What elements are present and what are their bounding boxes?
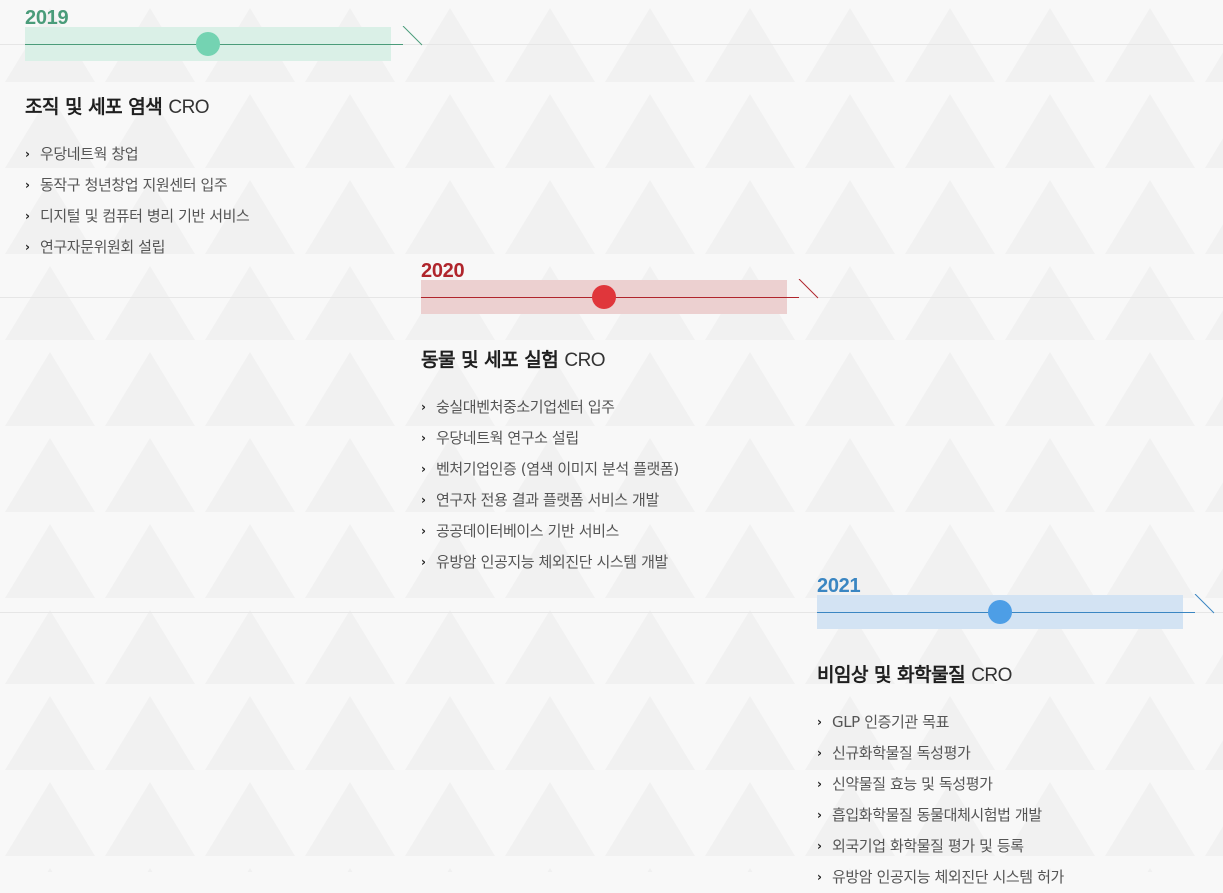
milestone-item: › 공공데이터베이스 기반 서비스 xyxy=(421,516,821,547)
year-label: 2021 xyxy=(817,575,861,597)
year-line-end xyxy=(1194,594,1215,614)
chevron-right-icon: › xyxy=(421,524,426,538)
block-title: 조직 및 세포 염색 CRO xyxy=(25,92,425,119)
chevron-right-icon: › xyxy=(817,715,822,729)
milestone-item: › 흡입화학물질 동물대체시험법 개발 xyxy=(817,800,1217,831)
milestone-item: › 숭실대벤처중소기업센터 입주 xyxy=(421,392,821,423)
milestone-text: 연구자 전용 결과 플랫폼 서비스 개발 xyxy=(436,491,659,509)
milestone-item: › 벤처기업인증 (염색 이미지 분석 플랫폼) xyxy=(421,454,821,485)
block-title-en: CRO xyxy=(168,97,210,118)
timeline-block-2020: 2020 동물 및 세포 실험 CRO › 숭실대벤처중소기업센터 입주 › 우당네… xyxy=(421,260,821,578)
year-label: 2019 xyxy=(25,7,69,29)
milestone-item: › 외국기업 화학물질 평가 및 등록 xyxy=(817,831,1217,862)
milestone-list: › 우당네트웍 창업 › 동작구 청년창업 지원센터 입주 › 디지털 및 컴퓨터 병… xyxy=(25,139,425,263)
milestone-item: › 신규화학물질 독성평가 xyxy=(817,738,1217,769)
milestone-text: 유방암 인공지능 체외진단 시스템 허가 xyxy=(832,868,1064,886)
year-line-end xyxy=(798,279,819,299)
milestone-text: 벤처기업인증 (염색 이미지 분석 플랫폼) xyxy=(436,460,679,478)
timeline-block-2019: 2019 조직 및 세포 염색 CRO › 우당네트웍 창업 › 동작구 청년창업 … xyxy=(25,7,425,263)
chevron-right-icon: › xyxy=(817,746,822,760)
milestone-text: 연구자문위원회 설립 xyxy=(40,238,165,256)
milestone-text: 숭실대벤처중소기업센터 입주 xyxy=(436,398,615,416)
chevron-right-icon: › xyxy=(421,431,426,445)
milestone-text: 우당네트웍 창업 xyxy=(40,145,139,163)
milestone-text: 신약물질 효능 및 독성평가 xyxy=(832,775,993,793)
chevron-right-icon: › xyxy=(25,240,30,254)
milestone-item: › 유방암 인공지능 체외진단 시스템 허가 xyxy=(817,862,1217,893)
milestone-item: › 연구자 전용 결과 플랫폼 서비스 개발 xyxy=(421,485,821,516)
chevron-right-icon: › xyxy=(421,555,426,569)
milestone-text: 외국기업 화학물질 평가 및 등록 xyxy=(832,837,1024,855)
chevron-right-icon: › xyxy=(421,493,426,507)
milestone-text: 디지털 및 컴퓨터 병리 기반 서비스 xyxy=(40,207,250,225)
milestone-item: › 우당네트웍 창업 xyxy=(25,139,425,170)
year-header: 2020 xyxy=(421,260,821,314)
chevron-right-icon: › xyxy=(25,209,30,223)
block-title-en: CRO xyxy=(564,350,606,371)
milestone-text: 신규화학물질 독성평가 xyxy=(832,744,971,762)
chevron-right-icon: › xyxy=(817,808,822,822)
milestone-list: › GLP 인증기관 목표 › 신규화학물질 독성평가 › 신약물질 효능 및 독성평… xyxy=(817,707,1217,893)
timeline-dot-icon xyxy=(592,285,616,309)
milestone-item: › 연구자문위원회 설립 xyxy=(25,232,425,263)
milestone-text: 유방암 인공지능 체외진단 시스템 개발 xyxy=(436,553,668,571)
year-line-end xyxy=(402,26,423,46)
chevron-right-icon: › xyxy=(421,462,426,476)
milestone-item: › 유방암 인공지능 체외진단 시스템 개발 xyxy=(421,547,821,578)
block-title-en: CRO xyxy=(971,665,1012,686)
milestone-item: › 우당네트웍 연구소 설립 xyxy=(421,423,821,454)
milestone-item: › 동작구 청년창업 지원센터 입주 xyxy=(25,170,425,201)
chevron-right-icon: › xyxy=(817,870,822,884)
block-title-ko: 비임상 및 화학물질 xyxy=(817,664,966,686)
milestone-text: 흡입화학물질 동물대체시험법 개발 xyxy=(832,806,1042,824)
chevron-right-icon: › xyxy=(25,178,30,192)
block-title-ko: 조직 및 세포 염색 xyxy=(25,96,163,118)
block-title: 동물 및 세포 실험 CRO xyxy=(421,345,821,372)
chevron-right-icon: › xyxy=(25,147,30,161)
year-header: 2021 xyxy=(817,575,1217,629)
milestone-item: › GLP 인증기관 목표 xyxy=(817,707,1217,738)
milestone-text: 우당네트웍 연구소 설립 xyxy=(436,429,579,447)
chevron-right-icon: › xyxy=(421,400,426,414)
chevron-right-icon: › xyxy=(817,777,822,791)
milestone-text: 동작구 청년창업 지원센터 입주 xyxy=(40,176,228,194)
timeline-dot-icon xyxy=(196,32,220,56)
block-title: 비임상 및 화학물질 CRO xyxy=(817,660,1217,687)
milestone-list: › 숭실대벤처중소기업센터 입주 › 우당네트웍 연구소 설립 › 벤처기업인증 (염… xyxy=(421,392,821,578)
milestone-text: 공공데이터베이스 기반 서비스 xyxy=(436,522,619,540)
block-title-ko: 동물 및 세포 실험 xyxy=(421,349,559,371)
milestone-text: GLP 인증기관 목표 xyxy=(832,713,949,731)
chevron-right-icon: › xyxy=(817,839,822,853)
year-label: 2020 xyxy=(421,260,465,282)
year-header: 2019 xyxy=(25,7,425,61)
timeline-block-2021: 2021 비임상 및 화학물질 CRO › GLP 인증기관 목표 › 신규화학물질… xyxy=(817,575,1217,893)
milestone-item: › 디지털 및 컴퓨터 병리 기반 서비스 xyxy=(25,201,425,232)
milestone-item: › 신약물질 효능 및 독성평가 xyxy=(817,769,1217,800)
timeline-dot-icon xyxy=(988,600,1012,624)
